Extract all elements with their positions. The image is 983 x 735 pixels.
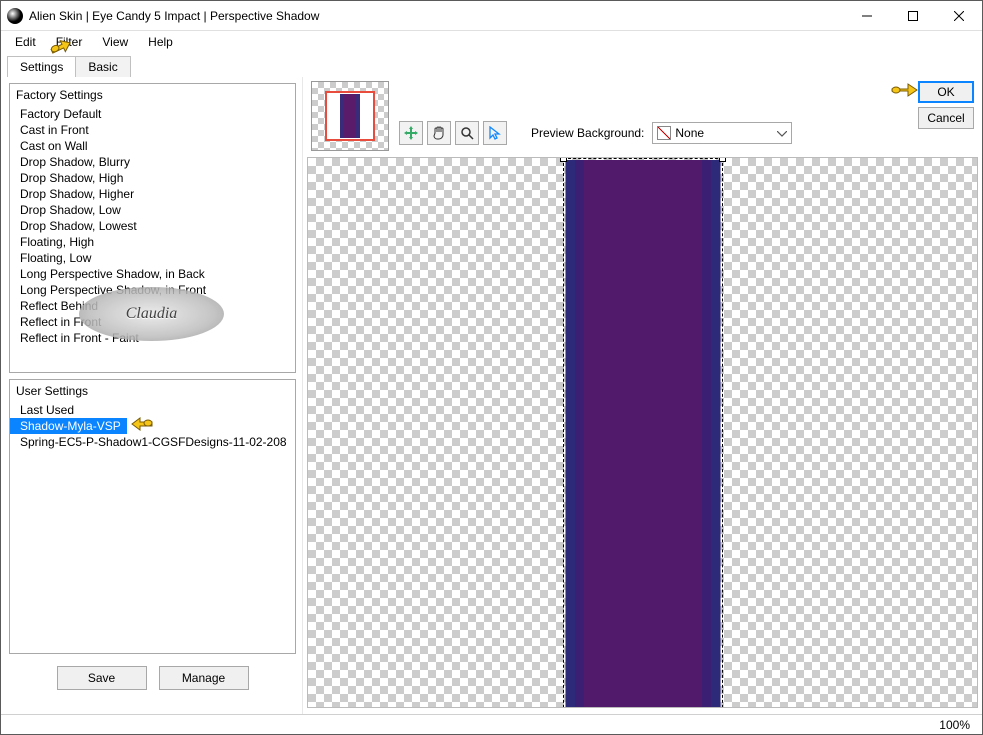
statusbar: 100% — [1, 714, 982, 734]
preview-background-label: Preview Background: — [531, 126, 644, 140]
menu-edit[interactable]: Edit — [5, 33, 46, 51]
canvas-object[interactable] — [565, 160, 720, 708]
factory-list-item[interactable]: Long Perspective Shadow, in Back — [10, 266, 295, 282]
manage-button[interactable]: Manage — [159, 666, 249, 690]
factory-list-item[interactable]: Drop Shadow, Blurry — [10, 154, 295, 170]
tab-basic[interactable]: Basic — [75, 56, 130, 77]
menubar: Edit Filter View Help — [1, 31, 982, 53]
tutorial-pointer-user-item — [130, 412, 154, 432]
app-window: Alien Skin | Eye Candy 5 Impact | Perspe… — [0, 0, 983, 735]
factory-list-item[interactable]: Floating, Low — [10, 250, 295, 266]
preview-toolbar: Preview Background: None OK Cancel — [303, 77, 982, 157]
save-button[interactable]: Save — [57, 666, 147, 690]
body: Factory Settings Factory DefaultCast in … — [1, 77, 982, 714]
factory-settings-list[interactable]: Factory Settings Factory DefaultCast in … — [9, 83, 296, 373]
move-tool-icon[interactable] — [399, 121, 423, 145]
cancel-button[interactable]: Cancel — [918, 107, 974, 129]
navigator-thumbnail[interactable] — [311, 81, 389, 151]
tab-settings[interactable]: Settings — [7, 56, 76, 77]
right-pane: Preview Background: None OK Cancel — [303, 77, 982, 714]
factory-list-item[interactable]: Reflect Behind — [10, 298, 295, 314]
menu-view[interactable]: View — [92, 33, 138, 51]
factory-list-item[interactable]: Cast on Wall — [10, 138, 295, 154]
factory-list-item[interactable]: Drop Shadow, Lowest — [10, 218, 295, 234]
factory-list-item[interactable]: Long Perspective Shadow, in Front — [10, 282, 295, 298]
ok-button[interactable]: OK — [918, 81, 974, 103]
minimize-button[interactable] — [844, 1, 890, 30]
window-title: Alien Skin | Eye Candy 5 Impact | Perspe… — [29, 9, 844, 23]
app-icon — [7, 8, 23, 24]
tutorial-pointer-filter — [49, 35, 73, 55]
titlebar: Alien Skin | Eye Candy 5 Impact | Perspe… — [1, 1, 982, 31]
dialog-buttons: OK Cancel — [918, 81, 974, 129]
chevron-down-icon — [777, 126, 787, 140]
left-pane: Factory Settings Factory DefaultCast in … — [1, 77, 303, 714]
zoom-level: 100% — [939, 718, 970, 732]
user-settings-list[interactable]: User Settings Last UsedShadow-Myla-VSPSp… — [9, 379, 296, 654]
window-controls — [844, 1, 982, 30]
user-list-item[interactable]: Spring-EC5-P-Shadow1-CGSFDesigns-11-02-2… — [10, 434, 295, 450]
menu-help[interactable]: Help — [138, 33, 183, 51]
factory-list-item[interactable]: Floating, High — [10, 234, 295, 250]
factory-list-item[interactable]: Factory Default — [10, 106, 295, 122]
preview-background-value: None — [675, 126, 704, 140]
user-list-item[interactable]: Shadow-Myla-VSP — [10, 418, 127, 434]
factory-list-item[interactable]: Drop Shadow, Low — [10, 202, 295, 218]
preview-background-select[interactable]: None — [652, 122, 792, 144]
close-button[interactable] — [936, 1, 982, 30]
factory-list-item[interactable]: Reflect in Front — [10, 314, 295, 330]
factory-list-item[interactable]: Drop Shadow, High — [10, 170, 295, 186]
factory-list-item[interactable]: Cast in Front — [10, 122, 295, 138]
zoom-tool-icon[interactable] — [455, 121, 479, 145]
factory-list-item[interactable]: Drop Shadow, Higher — [10, 186, 295, 202]
preset-buttons: Save Manage — [9, 660, 296, 708]
maximize-button[interactable] — [890, 1, 936, 30]
tutorial-pointer-ok — [890, 79, 918, 99]
none-swatch-icon — [657, 126, 671, 140]
pointer-tool-icon[interactable] — [483, 121, 507, 145]
factory-list-item[interactable]: Reflect in Front - Faint — [10, 330, 295, 346]
tabs-row: Settings Basic — [1, 53, 982, 77]
preview-canvas[interactable] — [307, 157, 978, 708]
hand-tool-icon[interactable] — [427, 121, 451, 145]
user-settings-header: User Settings — [10, 380, 295, 402]
factory-settings-header: Factory Settings — [10, 84, 295, 106]
